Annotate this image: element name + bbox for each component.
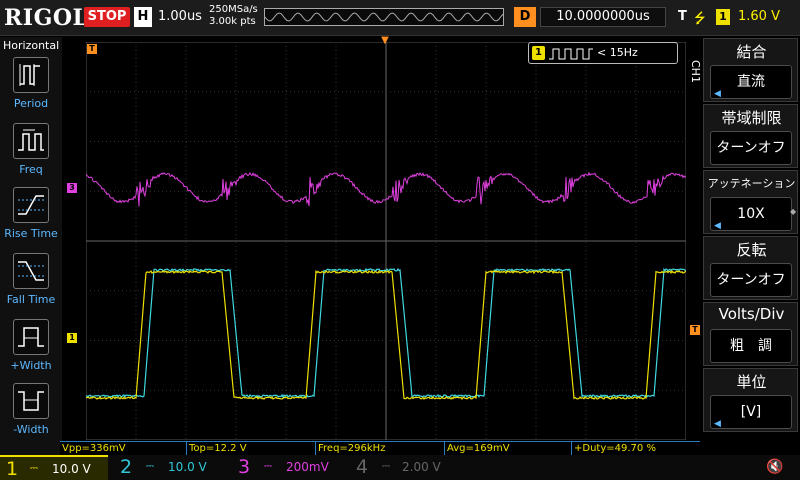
- frequency-counter[interactable]: 1 < 15Hz: [528, 42, 678, 64]
- invert-title: 反転: [736, 241, 767, 259]
- measurement-avg[interactable]: Avg=169mV: [445, 442, 571, 455]
- ch3-offset-marker[interactable]: 3: [67, 183, 77, 193]
- negative-width-icon: [13, 383, 49, 419]
- volts-div-title: Volts/Div: [718, 305, 785, 323]
- invert-value: ターンオフ: [710, 263, 792, 297]
- coupling-title: 結合: [736, 43, 767, 61]
- volts-div-value: 粗 調: [710, 329, 792, 363]
- ch3-scale: 200mV: [286, 460, 329, 474]
- delay-tag: D: [514, 7, 536, 27]
- measurement-duty[interactable]: +Duty=49.70 %: [572, 442, 698, 455]
- sample-rate: 250MSa/s: [209, 4, 258, 15]
- unit-value-text: [V]: [740, 404, 762, 420]
- unit-title: 単位: [736, 373, 767, 391]
- measurement-vpp[interactable]: Vpp=336mV: [60, 442, 186, 455]
- coupling-value: ◀ 直流: [710, 65, 792, 99]
- measure-negative-width-label: -Width: [13, 423, 49, 436]
- ch1-coupling: ⎓: [30, 463, 38, 474]
- measure-freq-label: Freq: [19, 163, 43, 176]
- unit-button[interactable]: 単位 ◀ [V]: [703, 368, 798, 432]
- attenuation-value-text: 10X: [737, 206, 765, 222]
- top-status-bar: RIGOL STOP H 1.00us 250MSa/s 3.00k pts D…: [0, 0, 800, 36]
- counter-value: < 15Hz: [597, 46, 638, 59]
- ch4-coupling: ⎓: [382, 461, 390, 472]
- bandwidth-limit-button[interactable]: 帯域制限 ターンオフ: [703, 104, 798, 168]
- memory-depth: 3.00k pts: [209, 16, 256, 27]
- ch3-number: 3: [238, 456, 251, 478]
- rising-edge-icon: ⭍: [694, 11, 706, 27]
- measure-fall-time-button[interactable]: Fall Time: [0, 253, 62, 317]
- measurement-results-bar: Vpp=336mV Top=12.2 V Freq=296kHz Avg=169…: [60, 441, 700, 455]
- ch2-status[interactable]: 2 ⎓ 10.0 V: [112, 455, 222, 480]
- trigger-level-marker[interactable]: T: [690, 325, 700, 335]
- measure-fall-time-label: Fall Time: [6, 293, 56, 306]
- trigger-position-marker[interactable]: ▼: [380, 36, 390, 46]
- ch3-coupling: ⎓: [264, 461, 272, 472]
- measurement-top[interactable]: Top=12.2 V: [187, 442, 315, 455]
- left-menu-title: Horizontal: [3, 39, 60, 52]
- channel-menu-label: CH1: [689, 60, 702, 83]
- ch2-scale: 10.0 V: [168, 460, 207, 474]
- counter-source: 1: [532, 46, 545, 60]
- fall-time-icon: [13, 253, 49, 289]
- timebase-tag: H: [134, 7, 152, 27]
- speaker-mute-icon[interactable]: 🔇: [766, 459, 783, 475]
- waveform-display[interactable]: [86, 42, 686, 440]
- measure-period-label: Period: [13, 97, 49, 110]
- coupling-button[interactable]: 結合 ◀ 直流: [703, 38, 798, 102]
- measure-freq-button[interactable]: Freq: [0, 123, 62, 187]
- measure-negative-width-button[interactable]: -Width: [0, 383, 62, 447]
- menu-knob-arrow-icon: ◆: [790, 207, 797, 216]
- horizontal-delay[interactable]: 10.0000000us: [540, 7, 666, 27]
- measurement-freq[interactable]: Freq=296kHz: [316, 442, 444, 455]
- attenuation-value: ◀ 10X: [710, 197, 792, 231]
- trigger-top-marker: T: [87, 44, 97, 54]
- ch4-scale: 2.00 V: [402, 460, 441, 474]
- ch1-status[interactable]: 1 ⎓ 10.0 V: [0, 455, 108, 480]
- trigger-tag: T: [678, 9, 687, 24]
- invert-button[interactable]: 反転 ターンオフ: [703, 236, 798, 300]
- ch4-status[interactable]: 4 ⎓ 2.00 V: [348, 455, 460, 480]
- measure-positive-width-button[interactable]: +Width: [0, 319, 62, 383]
- channel-settings-menu: 結合 ◀ 直流 帯域制限 ターンオフ アッテネーション ◀ 10X 反転 ターン…: [703, 38, 800, 455]
- ch2-number: 2: [120, 456, 133, 478]
- waveform-overview-trace: [264, 12, 504, 22]
- trigger-level[interactable]: 1.60 V: [738, 9, 780, 24]
- ch2-coupling: ⎓: [146, 461, 154, 472]
- horizontal-measure-menu: Horizontal Period Freq Rise Time Fall Ti…: [0, 37, 62, 455]
- ch1-scale: 10.0 V: [52, 462, 91, 476]
- bandwidth-limit-title: 帯域制限: [721, 109, 782, 127]
- volts-div-button[interactable]: Volts/Div 粗 調: [703, 302, 798, 366]
- run-stop-status[interactable]: STOP: [84, 7, 130, 27]
- positive-width-icon: [13, 319, 49, 355]
- freq-icon: [13, 123, 49, 159]
- attenuation-title: アッテネーション: [707, 177, 796, 190]
- square-wave-icon: [549, 48, 593, 60]
- ch1-number: 1: [6, 458, 19, 480]
- period-icon: [13, 57, 49, 93]
- rise-time-icon: [13, 187, 49, 223]
- channel-status-bar: 1 ⎓ 10.0 V 2 ⎓ 10.0 V 3 ⎓ 200mV 4 ⎓ 2.00…: [0, 455, 800, 480]
- measure-rise-time-label: Rise Time: [4, 227, 58, 240]
- ch1-offset-marker[interactable]: 1: [67, 333, 77, 343]
- measure-period-button[interactable]: Period: [0, 57, 62, 121]
- trigger-source[interactable]: 1: [716, 9, 730, 25]
- attenuation-button[interactable]: アッテネーション ◀ 10X: [703, 170, 798, 234]
- ch3-status[interactable]: 3 ⎓ 200mV: [230, 455, 346, 480]
- coupling-value-text: 直流: [737, 74, 765, 90]
- waveform-overview: [264, 8, 504, 26]
- measure-positive-width-label: +Width: [10, 359, 52, 372]
- ch4-number: 4: [356, 456, 369, 478]
- unit-value: ◀ [V]: [710, 395, 792, 429]
- brand-logo: RIGOL: [4, 5, 89, 31]
- measure-rise-time-button[interactable]: Rise Time: [0, 187, 62, 251]
- select-arrow-icon: ◀: [714, 419, 721, 429]
- timebase-value[interactable]: 1.00us: [158, 9, 202, 24]
- bandwidth-limit-value: ターンオフ: [710, 131, 792, 165]
